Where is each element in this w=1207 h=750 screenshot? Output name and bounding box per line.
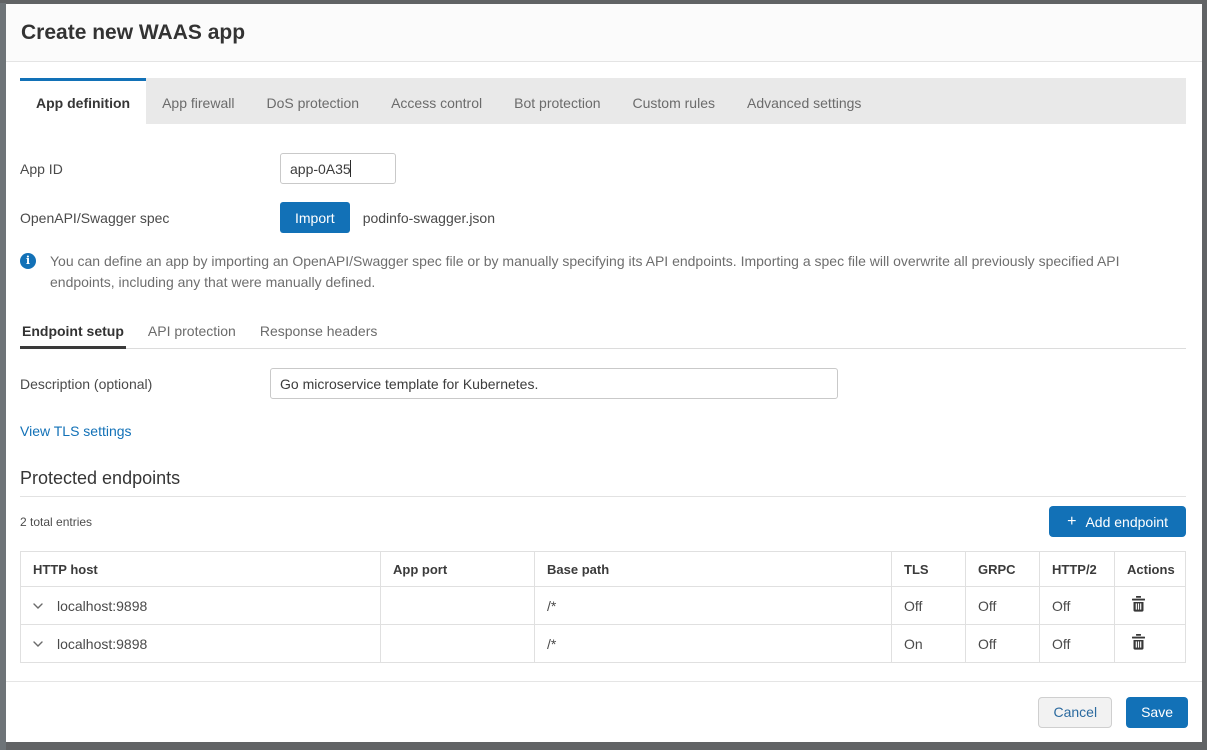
- endpoints-toolbar: 2 total entries + Add endpoint: [20, 506, 1186, 537]
- column-header-grpc: GRPC: [966, 552, 1040, 587]
- modal-body: App definition App firewall DoS protecti…: [6, 62, 1202, 681]
- add-endpoint-label: Add endpoint: [1085, 514, 1168, 530]
- app-port-cell: [381, 625, 535, 663]
- section-divider: [20, 496, 1186, 497]
- cancel-button[interactable]: Cancel: [1038, 697, 1112, 728]
- table-header-row: HTTP host App port Base path TLS GRPC HT…: [21, 552, 1186, 587]
- base-path-cell: /*: [535, 587, 892, 625]
- swagger-spec-label: OpenAPI/Swagger spec: [20, 210, 280, 226]
- column-header-http2: HTTP/2: [1040, 552, 1115, 587]
- http2-cell: Off: [1040, 587, 1115, 625]
- app-id-input[interactable]: [280, 153, 396, 184]
- column-header-http-host: HTTP host: [21, 552, 381, 587]
- table-row: localhost:9898 /* On Off Off: [21, 625, 1186, 663]
- app-id-row: App ID: [20, 153, 1186, 184]
- subtab-endpoint-setup[interactable]: Endpoint setup: [20, 323, 126, 349]
- main-tab-bar: App definition App firewall DoS protecti…: [20, 78, 1186, 124]
- chevron-down-icon[interactable]: [33, 641, 43, 647]
- create-waas-app-modal: Create new WAAS app App definition App f…: [6, 4, 1202, 742]
- text-caret: [350, 160, 351, 177]
- http2-cell: Off: [1040, 625, 1115, 663]
- info-banner: i You can define an app by importing an …: [20, 251, 1186, 293]
- info-icon: i: [20, 253, 36, 269]
- tls-cell: Off: [892, 587, 966, 625]
- column-header-base-path: Base path: [535, 552, 892, 587]
- subtab-response-headers[interactable]: Response headers: [258, 323, 380, 349]
- tls-cell: On: [892, 625, 966, 663]
- grpc-cell: Off: [966, 625, 1040, 663]
- description-label: Description (optional): [20, 376, 270, 392]
- swagger-spec-row: OpenAPI/Swagger spec Import podinfo-swag…: [20, 202, 1186, 233]
- tab-app-definition[interactable]: App definition: [20, 78, 146, 124]
- app-port-cell: [381, 587, 535, 625]
- chevron-down-icon[interactable]: [33, 603, 43, 609]
- table-row: localhost:9898 /* Off Off Off: [21, 587, 1186, 625]
- tab-custom-rules[interactable]: Custom rules: [617, 78, 731, 124]
- column-header-actions: Actions: [1115, 552, 1186, 587]
- trash-icon: [1131, 638, 1146, 653]
- trash-icon: [1131, 600, 1146, 615]
- description-row: Description (optional): [20, 368, 1186, 399]
- tab-bot-protection[interactable]: Bot protection: [498, 78, 616, 124]
- add-endpoint-button[interactable]: + Add endpoint: [1049, 506, 1186, 537]
- protected-endpoints-heading: Protected endpoints: [20, 468, 1186, 489]
- info-text: You can define an app by importing an Op…: [50, 251, 1180, 293]
- view-tls-settings-link[interactable]: View TLS settings: [20, 423, 132, 439]
- import-button[interactable]: Import: [280, 202, 350, 233]
- base-path-cell: /*: [535, 625, 892, 663]
- subtab-api-protection[interactable]: API protection: [146, 323, 238, 349]
- grpc-cell: Off: [966, 587, 1040, 625]
- page-title: Create new WAAS app: [21, 21, 245, 45]
- http-host-cell: localhost:9898: [57, 636, 147, 652]
- http-host-cell: localhost:9898: [57, 598, 147, 614]
- app-id-label: App ID: [20, 161, 280, 177]
- column-header-tls: TLS: [892, 552, 966, 587]
- modal-footer: Cancel Save: [6, 681, 1202, 742]
- description-input[interactable]: [270, 368, 838, 399]
- tab-dos-protection[interactable]: DoS protection: [250, 78, 375, 124]
- endpoints-table: HTTP host App port Base path TLS GRPC HT…: [20, 551, 1186, 663]
- save-button[interactable]: Save: [1126, 697, 1188, 728]
- sub-tab-bar: Endpoint setup API protection Response h…: [20, 323, 1186, 349]
- plus-icon: +: [1067, 513, 1076, 531]
- tab-access-control[interactable]: Access control: [375, 78, 498, 124]
- modal-header: Create new WAAS app: [6, 4, 1202, 62]
- total-entries-count: 2 total entries: [20, 515, 92, 529]
- delete-endpoint-button[interactable]: [1127, 632, 1150, 655]
- tab-app-firewall[interactable]: App firewall: [146, 78, 250, 124]
- spec-filename: podinfo-swagger.json: [363, 210, 495, 226]
- column-header-app-port: App port: [381, 552, 535, 587]
- tab-advanced-settings[interactable]: Advanced settings: [731, 78, 877, 124]
- delete-endpoint-button[interactable]: [1127, 594, 1150, 617]
